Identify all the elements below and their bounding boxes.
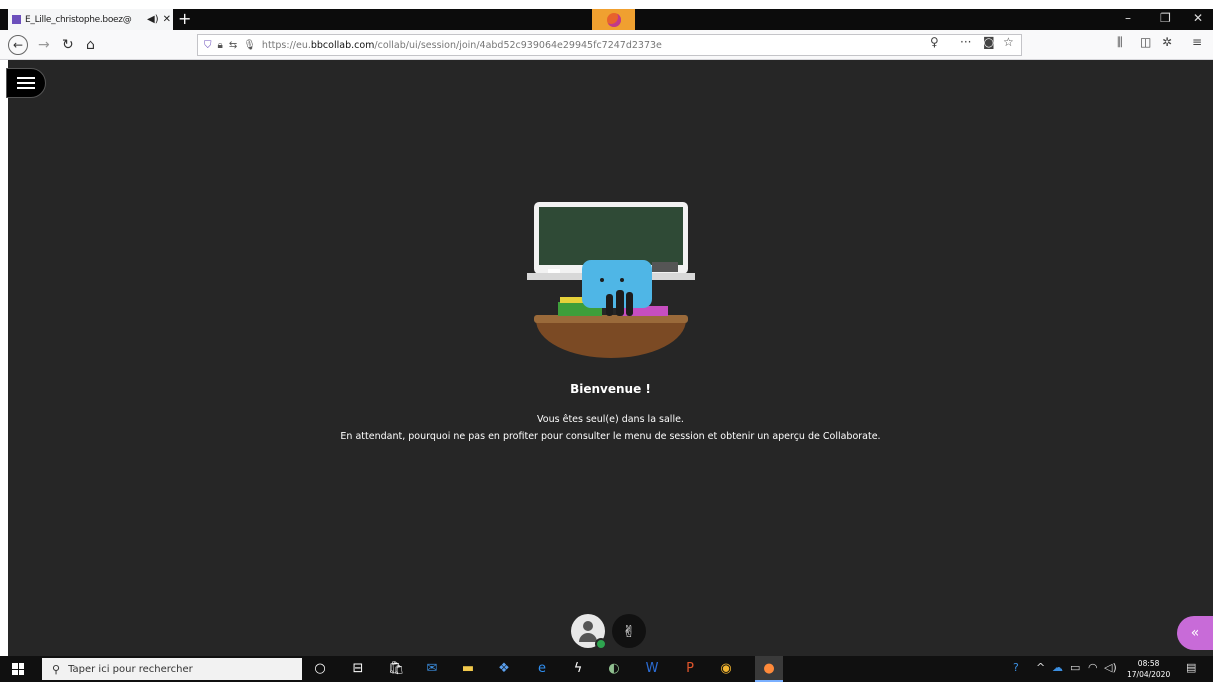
url-text[interactable]: https://eu.bbcollab.com/collab/ui/sessio… bbox=[262, 40, 1021, 51]
lightning-app-icon[interactable]: ϟ bbox=[570, 661, 586, 677]
app-menu-icon[interactable]: ≡ bbox=[1192, 35, 1202, 49]
paint-icon[interactable]: ◐ bbox=[606, 661, 622, 677]
lock-icon[interactable]: 🔒︎ bbox=[218, 40, 223, 51]
bookmark-star-icon[interactable]: ☆ bbox=[1003, 35, 1014, 49]
hamburger-icon bbox=[17, 77, 35, 89]
collaborate-favicon-icon bbox=[12, 15, 21, 24]
shield-icon[interactable]: ⛉ bbox=[204, 40, 212, 51]
hand-icon: ✌ bbox=[622, 621, 636, 641]
task-view-icon[interactable]: ⊟ bbox=[350, 661, 366, 677]
back-button[interactable]: ← bbox=[8, 35, 28, 55]
raise-hand-button[interactable]: ✌ bbox=[612, 614, 646, 648]
library-icon[interactable]: ⫼ bbox=[1117, 35, 1123, 50]
address-bar[interactable]: ⛉ 🔒︎ ⇆ 🎙︎ https://eu.bbcollab.com/collab… bbox=[197, 34, 1022, 56]
page-actions-button[interactable]: ··· bbox=[960, 35, 971, 49]
open-collaborate-panel-button[interactable]: « bbox=[1177, 616, 1213, 650]
cortana-icon[interactable]: ○ bbox=[312, 661, 328, 677]
permissions-icon[interactable]: ⇆ bbox=[229, 40, 237, 51]
microphone-icon[interactable]: 🎙︎ bbox=[243, 40, 256, 51]
close-window-button[interactable]: ✕ bbox=[1193, 11, 1203, 25]
navigation-bar: ← → ↻ ⌂ ⛉ 🔒︎ ⇆ 🎙︎ https://eu.bbcollab.co… bbox=[0, 30, 1213, 60]
status-online-icon bbox=[595, 638, 607, 650]
windows-taskbar: ⚲ Taper ici pour rechercher ○ ⊟ 🛍︎ ✉ ▬ ❖… bbox=[0, 656, 1213, 682]
forward-button[interactable]: → bbox=[38, 35, 50, 55]
sidebar-icon[interactable]: ◫ bbox=[1140, 35, 1151, 49]
browser-tab[interactable]: E_Lille_christophe.boez@ ◀) ✕ bbox=[8, 9, 173, 30]
new-tab-button[interactable]: + bbox=[178, 10, 191, 28]
word-icon[interactable]: W bbox=[644, 661, 660, 677]
firefox-indicator-icon bbox=[592, 9, 635, 30]
windows-start-icon[interactable] bbox=[12, 663, 24, 675]
powerpoint-icon[interactable]: P bbox=[682, 661, 698, 677]
battery-icon[interactable]: ▭ bbox=[1070, 661, 1080, 674]
taskbar-search-input[interactable]: ⚲ Taper ici pour rechercher bbox=[42, 658, 302, 680]
volume-icon[interactable]: ◁) bbox=[1104, 661, 1117, 674]
file-explorer-icon[interactable]: ▬ bbox=[460, 661, 476, 677]
classroom-illustration bbox=[527, 202, 695, 358]
system-clock[interactable]: 08:58 17/04/2020 bbox=[1127, 658, 1170, 680]
tab-title: E_Lille_christophe.boez@ bbox=[25, 14, 132, 25]
welcome-title: Bienvenue ! bbox=[570, 382, 651, 396]
my-status-button[interactable] bbox=[571, 614, 607, 650]
restore-button[interactable]: ❐ bbox=[1160, 11, 1171, 25]
welcome-message-line2: En attendant, pourquoi ne pas en profite… bbox=[340, 431, 881, 442]
firefox-icon: ● bbox=[763, 661, 775, 676]
avatar-body bbox=[579, 633, 597, 642]
minimize-button[interactable]: – bbox=[1125, 11, 1131, 25]
store-icon[interactable]: 🛍︎ bbox=[388, 661, 405, 677]
double-chevron-left-icon: « bbox=[1190, 625, 1200, 641]
firefox-taskbar-button[interactable]: ● bbox=[755, 656, 783, 682]
avatar-icon bbox=[583, 621, 593, 631]
dropbox-icon[interactable]: ❖ bbox=[496, 661, 512, 677]
onedrive-icon[interactable]: ☁ bbox=[1052, 661, 1063, 674]
search-placeholder: Taper ici pour rechercher bbox=[68, 663, 193, 675]
clock-time: 08:58 bbox=[1137, 659, 1160, 668]
session-area: Bienvenue ! Vous êtes seul(e) dans la sa… bbox=[6, 60, 1213, 656]
wifi-icon[interactable]: ◠ bbox=[1088, 661, 1098, 674]
pocket-icon[interactable]: ◙ bbox=[983, 35, 995, 49]
extension-icon[interactable]: ✲ bbox=[1162, 35, 1172, 49]
clock-date: 17/04/2020 bbox=[1127, 670, 1171, 679]
mail-icon[interactable]: ✉ bbox=[424, 661, 440, 677]
edge-icon[interactable]: e bbox=[534, 661, 550, 677]
home-icon[interactable]: ⌂ bbox=[86, 35, 95, 55]
notifications-icon[interactable]: ▤ bbox=[1186, 661, 1196, 674]
welcome-message-line1: Vous êtes seul(e) dans la salle. bbox=[537, 414, 684, 425]
chevron-up-icon[interactable]: ^ bbox=[1036, 661, 1045, 674]
speaker-icon[interactable]: ◀) bbox=[147, 14, 159, 25]
search-icon: ⚲ bbox=[52, 662, 61, 676]
chrome-icon[interactable]: ◉ bbox=[718, 661, 734, 677]
reload-button[interactable]: ↻ bbox=[62, 35, 74, 55]
help-icon[interactable]: ? bbox=[1013, 661, 1019, 674]
browser-tab-bar: E_Lille_christophe.boez@ ◀) ✕ + – ❐ ✕ bbox=[0, 0, 1213, 30]
tab-close-button[interactable]: ✕ bbox=[163, 14, 171, 25]
session-menu-button[interactable] bbox=[6, 68, 46, 98]
lightbulb-icon[interactable]: ♀ bbox=[930, 35, 939, 49]
